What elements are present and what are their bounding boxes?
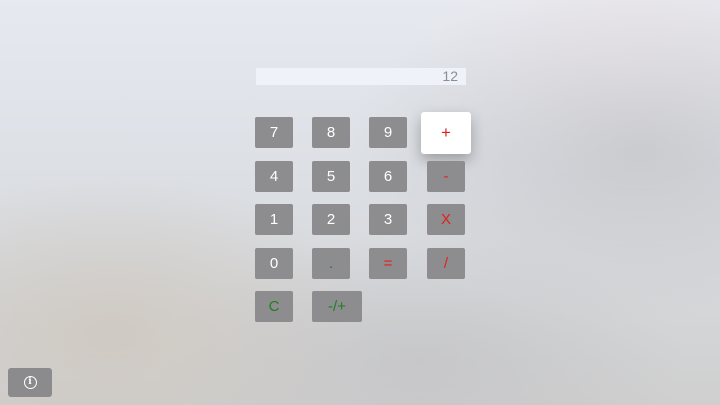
calculator-display: 12 [256,68,466,85]
key-5[interactable]: 5 [312,161,350,192]
info-button[interactable]: i [8,368,52,397]
decimal-button[interactable]: . [312,248,350,279]
key-7[interactable]: 7 [255,117,293,148]
key-0[interactable]: 0 [255,248,293,279]
key-3[interactable]: 3 [369,204,407,235]
key-2[interactable]: 2 [312,204,350,235]
equals-button[interactable]: = [369,248,407,279]
clear-button[interactable]: C [255,291,293,322]
key-6[interactable]: 6 [369,161,407,192]
plus-button[interactable]: + [421,112,471,154]
multiply-button[interactable]: X [427,204,465,235]
divide-button[interactable]: / [427,248,465,279]
key-9[interactable]: 9 [369,117,407,148]
key-8[interactable]: 8 [312,117,350,148]
info-icon: i [23,376,37,389]
key-4[interactable]: 4 [255,161,293,192]
minus-button[interactable]: - [427,161,465,192]
negate-button[interactable]: -/+ [312,291,362,322]
key-1[interactable]: 1 [255,204,293,235]
